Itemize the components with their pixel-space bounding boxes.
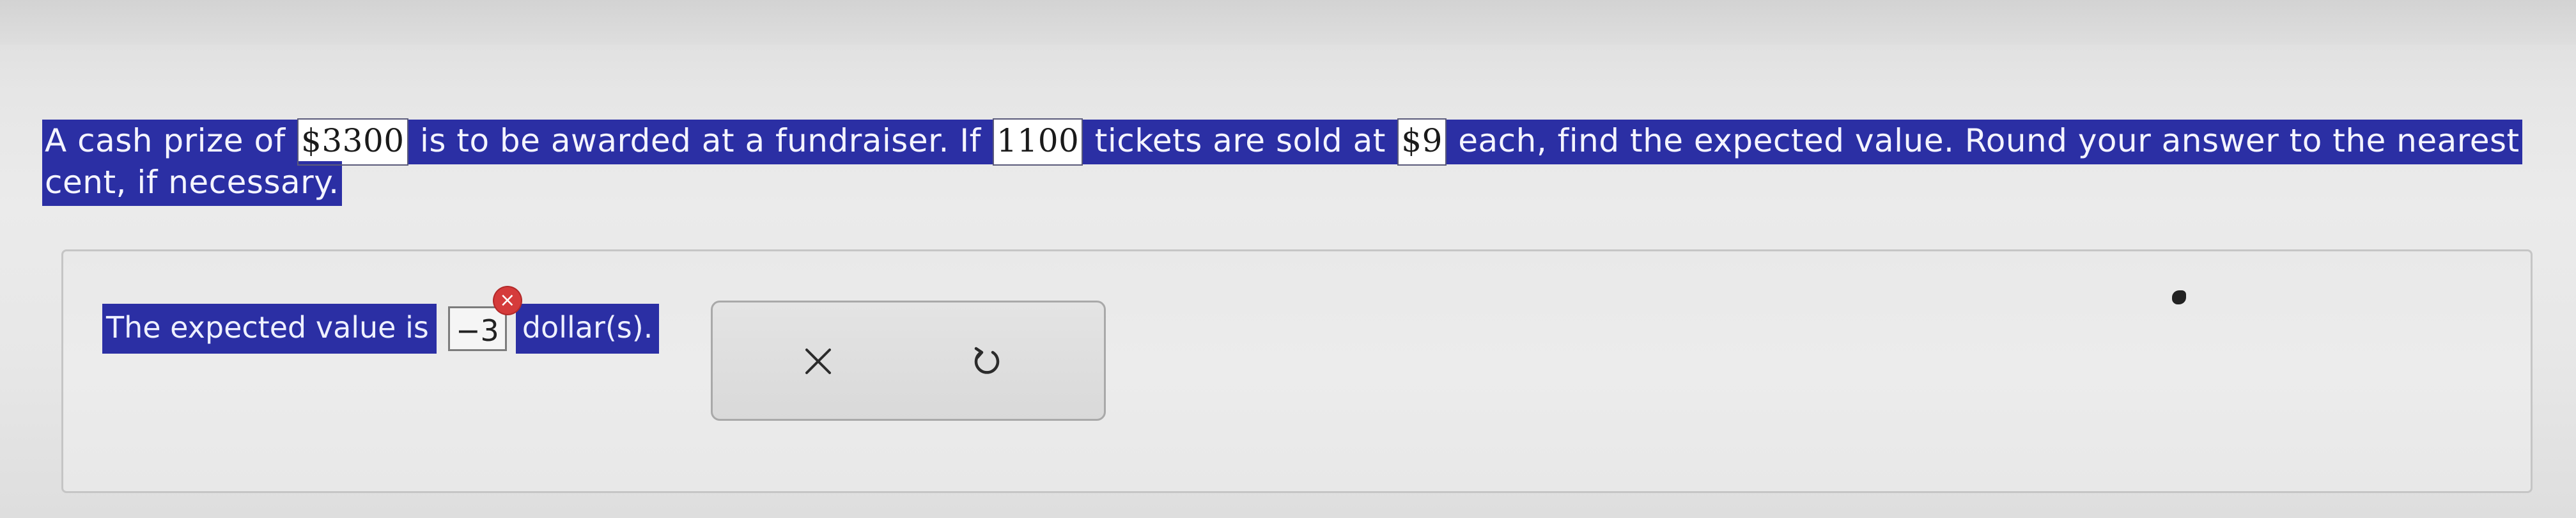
- answer-suffix: dollar(s).: [515, 304, 660, 354]
- answer-prefix: The expected value is: [102, 304, 437, 354]
- prize-amount: $3300: [297, 118, 408, 166]
- undo-icon: [974, 347, 1000, 374]
- error-icon: ×: [493, 287, 521, 314]
- answer-input-wrap: −3 ×: [447, 287, 521, 351]
- top-band: [0, 0, 2576, 45]
- close-icon: [805, 349, 831, 374]
- ticket-price: $9: [1397, 118, 1447, 166]
- undo-button[interactable]: [961, 336, 1012, 387]
- action-box: [711, 301, 1106, 421]
- question-segment-3: tickets are sold at: [1082, 120, 1399, 164]
- question-segment-1: A cash prize of: [42, 120, 299, 164]
- screen-smudge: [2172, 290, 2186, 304]
- question-text: A cash prize of $3300 is to be awarded a…: [42, 118, 2535, 206]
- question-segment-2: is to be awarded at a fundraiser. If: [407, 120, 995, 164]
- answer-row: The expected value is −3 × dollar(s).: [102, 287, 660, 354]
- answer-panel: [61, 249, 2533, 493]
- ticket-count: 1100: [993, 118, 1083, 166]
- clear-answer-button[interactable]: [793, 336, 844, 387]
- answer-input[interactable]: −3: [447, 306, 507, 351]
